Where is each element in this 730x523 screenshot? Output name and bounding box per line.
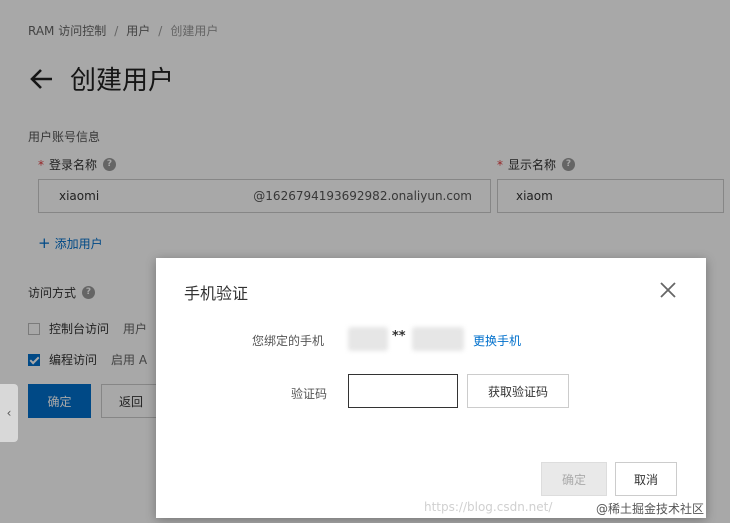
phone-redacted-start — [348, 327, 388, 351]
watermark-url: https://blog.csdn.net/ — [424, 500, 553, 514]
watermark-brand: @稀土掘金技术社区 — [596, 502, 705, 516]
close-icon[interactable] — [658, 280, 678, 300]
get-code-button[interactable]: 获取验证码 — [467, 374, 569, 408]
dialog-title: 手机验证 — [184, 284, 249, 303]
side-collapse-tab[interactable]: ‹ — [0, 384, 18, 442]
phone-redacted-end — [412, 327, 464, 351]
chevron-left-icon: ‹ — [6, 406, 12, 420]
phone-mask: ** — [392, 329, 406, 344]
bound-phone-label: 您绑定的手机 — [252, 334, 325, 348]
verification-code-input[interactable] — [348, 374, 458, 408]
code-label: 验证码 — [291, 387, 328, 401]
change-phone-link[interactable]: 更换手机 — [473, 332, 521, 349]
phone-verification-dialog: 手机验证 您绑定的手机 ** 更换手机 验证码 获取验证码 确定 取消 — [156, 258, 706, 518]
dialog-cancel-button[interactable]: 取消 — [615, 462, 677, 496]
dialog-ok-button[interactable]: 确定 — [541, 462, 607, 496]
